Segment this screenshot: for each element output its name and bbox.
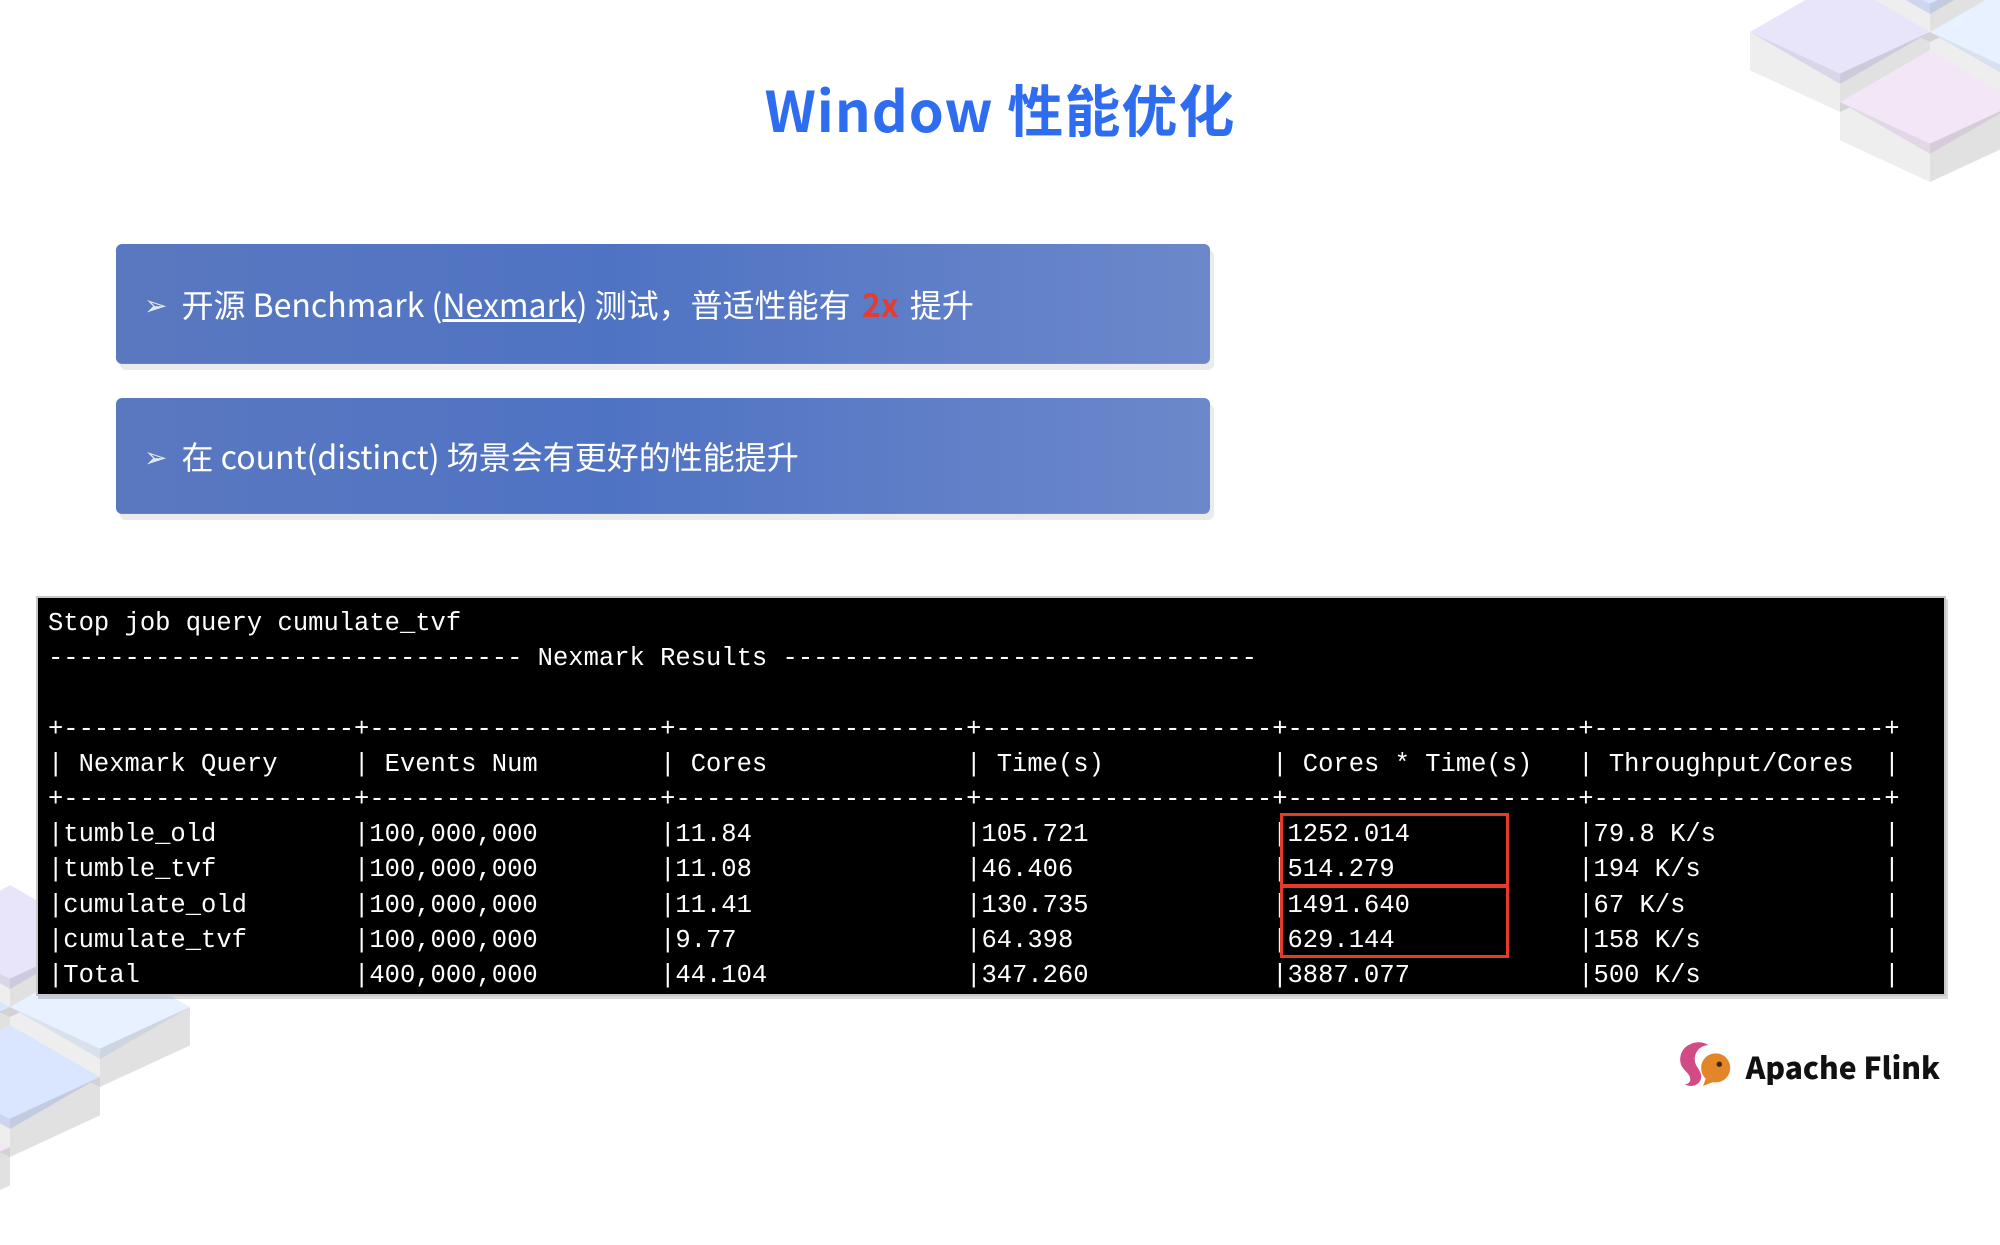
bullet-1-mid: ) 测试，普适性能有 [577, 281, 858, 327]
highlight-2x: 2x [862, 281, 899, 327]
bullet-1-pre: 开源 Benchmark ( [181, 281, 442, 327]
flink-logo-icon [1674, 1037, 1732, 1095]
bullet-1-post: 提升 [903, 281, 974, 327]
nexmark-link[interactable]: Nexmark [442, 281, 576, 327]
bullet-1: ➢ 开源 Benchmark (Nexmark) 测试，普适性能有 2x 提升 [116, 244, 1210, 364]
arrow-icon: ➢ [144, 436, 167, 476]
terminal-output: Stop job query cumulate_tvf ------------… [36, 596, 1946, 996]
slide-title: Window 性能优化 [0, 68, 2000, 149]
arrow-icon: ➢ [144, 284, 167, 324]
footer-brand: Apache Flink [1674, 1037, 1940, 1095]
bullet-2-text: 在 count(distinct) 场景会有更好的性能提升 [181, 433, 798, 479]
footer-brand-text: Apache Flink [1746, 1044, 1940, 1088]
bullet-1-text: 开源 Benchmark (Nexmark) 测试，普适性能有 2x 提升 [181, 281, 973, 327]
bullet-2: ➢ 在 count(distinct) 场景会有更好的性能提升 [116, 398, 1210, 514]
